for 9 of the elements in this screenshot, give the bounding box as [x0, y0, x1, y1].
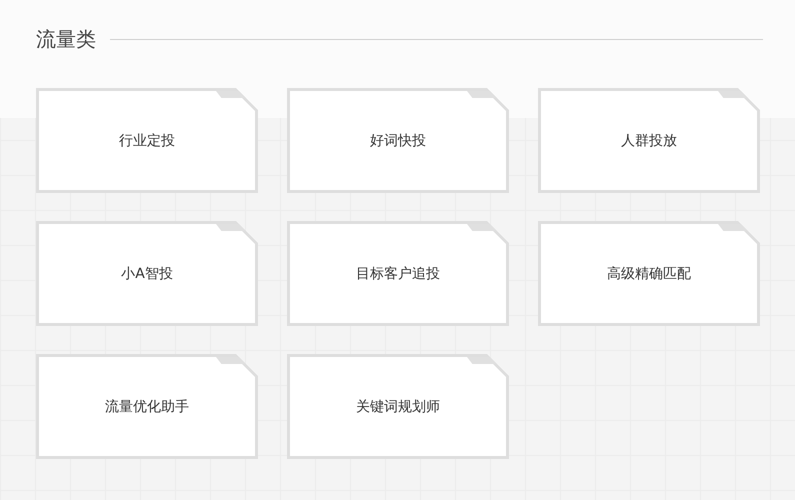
tool-card[interactable]: 高级精确匹配 — [538, 221, 760, 326]
tool-card[interactable]: 目标客户追投 — [287, 221, 509, 326]
tool-card[interactable]: 流量优化助手 — [36, 354, 258, 459]
section-title: 流量类 — [36, 26, 96, 52]
tool-card[interactable]: 关键词规划师 — [287, 354, 509, 459]
tool-card[interactable]: 行业定投 — [36, 88, 258, 193]
tool-card[interactable]: 好词快投 — [287, 88, 509, 193]
tool-card[interactable]: 小A智投 — [36, 221, 258, 326]
tool-card[interactable]: 人群投放 — [538, 88, 760, 193]
